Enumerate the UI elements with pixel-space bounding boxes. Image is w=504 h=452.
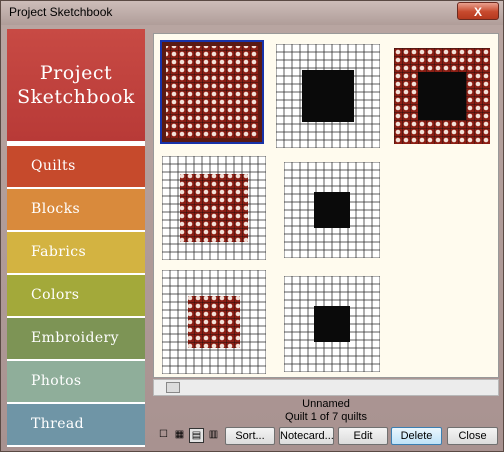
sidebar-item-thread[interactable]: Thread [7, 404, 145, 445]
scrollbar-thumb[interactable] [166, 382, 180, 393]
horizontal-scrollbar[interactable] [153, 379, 499, 396]
sidebar-item-embroidery[interactable]: Embroidery [7, 318, 145, 359]
quilt-thumbnail-4[interactable] [162, 156, 266, 260]
quilt-thumbnail-7[interactable] [284, 276, 388, 380]
window-title: Project Sketchbook [9, 5, 113, 19]
close-button[interactable]: Close [447, 427, 498, 445]
small-view-icon[interactable]: ▤ [189, 428, 204, 443]
brand-line-1: Project [39, 62, 113, 84]
sidebar-item-fabrics[interactable]: Fabrics [7, 232, 145, 273]
delete-button[interactable]: Delete [391, 427, 442, 445]
sidebar-item-colors[interactable]: Colors [7, 275, 145, 316]
quilt-thumbnail-6[interactable] [162, 270, 266, 374]
large-view-icon[interactable]: ☐ [156, 428, 171, 443]
medium-view-icon[interactable]: ▦ [172, 428, 187, 443]
quilt-position: Quilt 1 of 7 quilts [285, 411, 367, 423]
sort-button[interactable]: Sort... [225, 427, 275, 445]
edit-button[interactable]: Edit [338, 427, 388, 445]
notecard-button[interactable]: Notecard... [279, 427, 334, 445]
quilt-thumbnail-1[interactable] [160, 40, 264, 144]
quilt-name: Unnamed [302, 398, 350, 410]
sidebar-item-blocks[interactable]: Blocks [7, 189, 145, 230]
sidebar-item-quilts[interactable]: Quilts [7, 146, 145, 187]
sidebar-item-photos[interactable]: Photos [7, 361, 145, 402]
title-bar[interactable]: Project Sketchbook X [1, 1, 503, 25]
brand-line-2: Sketchbook [17, 86, 135, 108]
sidebar: Project Sketchbook Quilts Blocks Fabrics… [7, 29, 145, 447]
list-view-icon[interactable]: ▥ [206, 428, 221, 443]
brand-logo: Project Sketchbook [7, 29, 145, 141]
quilt-thumbnail-2[interactable] [276, 44, 380, 148]
window-close-button[interactable]: X [457, 2, 499, 20]
project-sketchbook-window: Project Sketchbook X Project Sketchbook … [0, 0, 504, 452]
quilt-gallery [153, 33, 499, 378]
quilt-thumbnail-3[interactable] [394, 48, 498, 152]
quilt-thumbnail-5[interactable] [284, 162, 388, 266]
